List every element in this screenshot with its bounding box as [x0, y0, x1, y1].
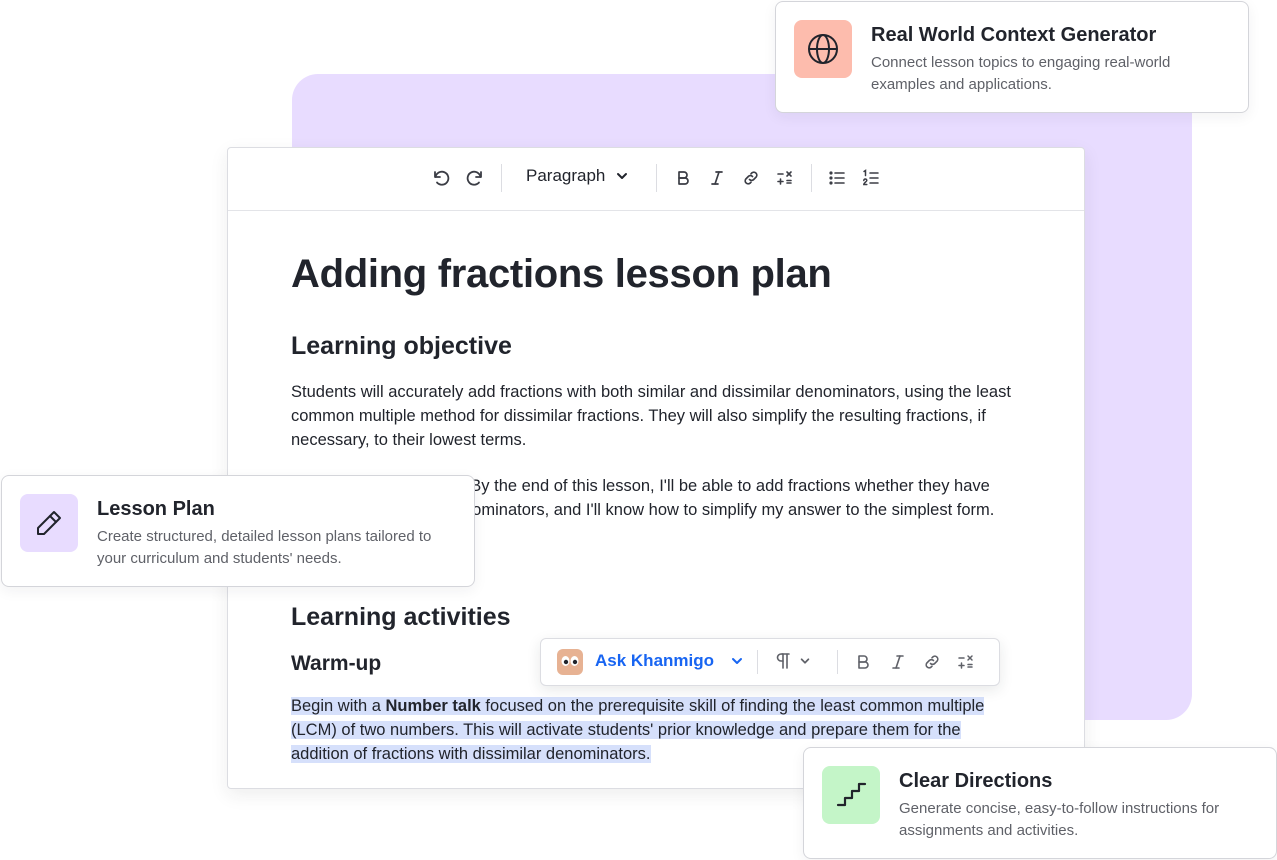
- bold-button[interactable]: [854, 653, 872, 676]
- block-style-select[interactable]: Paragraph: [526, 166, 629, 186]
- undo-button[interactable]: [427, 164, 455, 192]
- chevron-down-icon: [732, 658, 743, 664]
- link-button[interactable]: [923, 653, 941, 676]
- ask-khanmigo-label: Ask Khanmigo: [595, 651, 715, 670]
- khanmigo-inline-toolbar: Ask Khanmigo: [540, 638, 1000, 686]
- warmup-heading: Warm-up: [291, 652, 382, 675]
- italic-icon: [892, 655, 904, 669]
- stairs-icon: [836, 782, 867, 807]
- lesson-plan-editor: Paragraph Adding fractions lesson plan L…: [227, 147, 1085, 789]
- italic-icon: [711, 171, 723, 185]
- clear-directions-card[interactable]: Clear Directions Generate concise, easy-…: [803, 747, 1277, 859]
- redo-icon: [466, 170, 482, 186]
- objective-text: Students will accurately add fractions w…: [291, 383, 1011, 449]
- chevron-down-icon: [617, 173, 628, 179]
- toolbar-divider: [656, 164, 657, 192]
- bold-icon: [858, 655, 869, 669]
- card-title: Real World Context Generator: [871, 24, 1157, 46]
- paragraph-style-button[interactable]: [775, 652, 811, 670]
- bold-button[interactable]: [669, 164, 697, 192]
- khanmigo-avatar: [557, 649, 583, 675]
- italic-button[interactable]: [889, 653, 907, 676]
- activities-heading: Learning activities: [291, 603, 511, 631]
- clear-directions-icon-tile: [822, 766, 880, 824]
- math-icon: [958, 655, 973, 669]
- toolbar-divider: [757, 650, 758, 674]
- pilcrow-icon: [776, 653, 790, 669]
- student-objective-text: e: By the end of this lesson, I'll be ab…: [451, 474, 990, 498]
- redo-button[interactable]: [461, 164, 489, 192]
- numbered-list-button[interactable]: [857, 164, 885, 192]
- pencil-icon: [37, 511, 61, 535]
- link-icon: [925, 655, 939, 669]
- card-title: Clear Directions: [899, 770, 1053, 792]
- link-button[interactable]: [737, 164, 765, 192]
- student-objective-text-line2: nominators, and I'll know how to simplif…: [463, 501, 995, 519]
- bulleted-list-button[interactable]: [823, 164, 851, 192]
- ask-khanmigo-button[interactable]: Ask Khanmigo: [595, 651, 744, 671]
- khanmigo-eyes-icon: [561, 656, 579, 666]
- editor-toolbar: Paragraph: [228, 148, 1084, 211]
- math-button[interactable]: [957, 653, 975, 676]
- bold-icon: [678, 171, 689, 185]
- card-description: Connect lesson topics to engaging real-w…: [871, 54, 1171, 93]
- toolbar-divider: [837, 650, 838, 674]
- math-button[interactable]: [771, 164, 799, 192]
- numbered-list-icon: [863, 169, 879, 186]
- real-world-icon-tile: [794, 20, 852, 78]
- italic-button[interactable]: [703, 164, 731, 192]
- bulleted-list-icon: [829, 171, 845, 185]
- objective-heading: Learning objective: [291, 332, 512, 360]
- toolbar-divider: [811, 164, 812, 192]
- block-style-value: Paragraph: [526, 166, 606, 185]
- math-icon: [777, 171, 792, 185]
- number-talk-bold: Number talk: [385, 697, 481, 715]
- globe-icon: [808, 34, 838, 64]
- undo-icon: [434, 170, 450, 186]
- card-description: Generate concise, easy-to-follow instruc…: [899, 800, 1220, 839]
- document-title: Adding fractions lesson plan: [291, 252, 832, 296]
- card-title: Lesson Plan: [97, 498, 215, 520]
- toolbar-divider: [501, 164, 502, 192]
- lesson-plan-icon-tile: [20, 494, 78, 552]
- chevron-down-icon: [800, 658, 810, 664]
- link-icon: [744, 171, 758, 185]
- lesson-plan-card[interactable]: Lesson Plan Create structured, detailed …: [1, 475, 475, 587]
- real-world-context-card[interactable]: Real World Context Generator Connect les…: [775, 1, 1249, 113]
- card-description: Create structured, detailed lesson plans…: [97, 528, 432, 567]
